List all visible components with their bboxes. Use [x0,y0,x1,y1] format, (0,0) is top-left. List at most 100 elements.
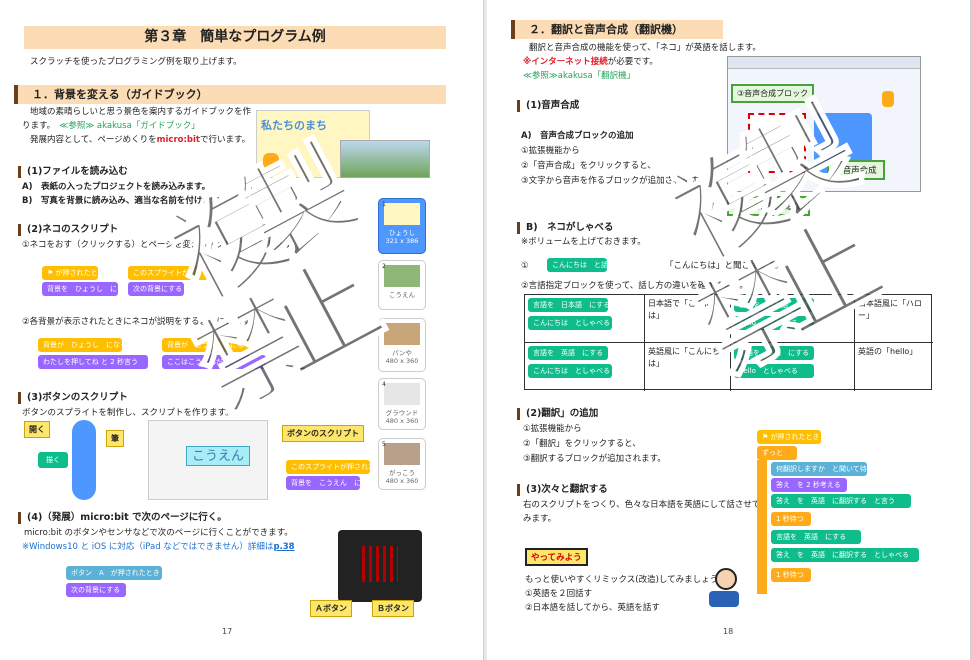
subB-title: B) ネコがしゃべる [517,222,613,234]
browser-bar [728,57,920,69]
koen-button-sprite: こうえん [186,446,250,466]
sec2-line2: ※インターネット接続が必要です。 [523,57,658,67]
block-lang-en-1[interactable]: 言語を 英語 にする [528,346,608,360]
scratch-cat-icon [882,91,894,107]
callout-speech: ②音声合成 [827,160,885,180]
language-table: 言語を 日本語 にする こんにちは としゃべる 日本語で「こんにちは」 言語を … [524,294,933,391]
block-translate-speak[interactable]: 答え を 英語 に翻訳する としゃべる [771,548,919,562]
sec1-line1: 地域の素晴らしいと思う景色を案内するガイドブックを作 [30,107,252,117]
backdrop-thumb-2[interactable]: 2 こうえん [378,260,426,310]
sub-chain-translate: (3)次々と翻訳する [517,484,608,496]
block-lang-ja-2[interactable]: 言語を 日本語 にする [734,298,816,312]
block-speak-hello-1[interactable]: hello としゃべる [734,316,814,330]
backdrop-thumb-5[interactable]: 5 がっこう 480 x 360 [378,438,426,490]
block-bg-koen[interactable]: 背景を こうえん にする [286,476,375,490]
microbit-led-grid [362,546,398,582]
callout-b-button: Ｂボタン [372,600,414,617]
try-2: ②日本語を話してから、英語を話す [525,603,660,613]
sub3-line: ボタンのスプライトを制作し、スクリプトを作ります。 [22,408,234,418]
callout-extension: ①拡張機能の追加 [727,196,811,216]
block-set-lang[interactable]: 言語を 英語 にする [771,530,861,544]
sub3-line2: みます。 [523,514,557,524]
stage-title: 私たちのまち [261,119,327,132]
block-sprite-clicked[interactable]: このスプライトが押されたとき [128,266,231,280]
microbit-board [338,530,422,602]
sec2-ref: ≪参照≫akakusa「翻訳機」 [523,71,636,81]
chapter-title: 第３章 簡単なプログラム例 [24,26,446,49]
teacher-illustration [709,568,743,608]
sub-button-script: (3)ボタンのスクリプト [18,392,128,404]
subB-line: ※ボリュームを上げておきます。 [521,237,646,247]
subA-1: ①拡張機能から [521,146,580,156]
draw-button[interactable]: 描く [38,452,68,468]
try-1: ①英語を２回話す [525,589,593,599]
block-next-bg[interactable]: 次の背景にする [128,282,184,296]
callout-speech-block: ③音声合成ブロック [731,84,815,103]
table-cell-r1c1: 言語を 日本語 にする こんにちは としゃべる [525,295,645,343]
page-number-right: 18 [723,627,734,636]
section-1-title: １．背景を変える（ガイドブック） [14,85,446,104]
block-wait-2[interactable]: 1 秒待つ [771,568,811,582]
sub-file-load: (1)ファイルを読み込む [18,166,128,178]
block-speak-ja-2[interactable]: こんにちは としゃべる [528,364,612,378]
subA-3: ③文字から音声を作るブロックが追加されます。 [521,176,707,186]
sub-cat-script: (2)ネコのスクリプト [18,224,118,236]
sub1-a: A) 表紙の入ったプロジェクトを読み込みます。 [22,182,211,192]
table-cell-r2c4: 英語の「hello」 [858,347,918,356]
sec2-line1: 翻訳と音声合成の機能を使って、「ネコ」が英語を話します。 [529,43,761,53]
block-speak-hello-2[interactable]: hello としゃべる [734,364,814,378]
block-ask-wait[interactable]: 何翻訳しますか と聞いて待つ [771,462,874,476]
scratch-screenshot [727,56,921,192]
document-spread: 第３章 簡単なプログラム例 スクラッチを使ったプログラミング例を取り上げます。 … [0,0,971,660]
page-18: ２．翻訳と音声合成（翻訳機） 翻訳と音声合成の機能を使って、「ネコ」が英語を話し… [487,0,971,660]
subB-2: ②言語指定ブロックを使って、話し方の違いを確かめます。 [521,281,748,291]
callout-open: 開く [24,421,50,438]
block-microbit-next[interactable]: 次の背景にする [66,583,126,597]
callout-brush: 筆 [106,430,124,447]
sub3-line1: 右のスクリプトをつくり、色々な日本語を英語にして話させて [523,500,761,510]
sub2-line2: ②各背景が表示されたときにネコが説明をするようにします。 [22,317,259,327]
block-say-2[interactable]: ここはこうえんだよ と 2 [162,355,266,369]
block-lang-ja-1[interactable]: 言語を 日本語 にする [528,298,610,312]
block-wait-1[interactable]: 1 秒待つ [771,512,811,526]
block-speak-hello[interactable]: こんにちは と話す [547,258,615,272]
block-flag-clicked-2[interactable]: ⚑ が押されたとき [757,430,821,444]
sub2-2: ②「翻訳」をクリックすると、 [523,439,641,449]
table-cell-r1c3: 言語を 日本語 にする hello としゃべる [731,295,855,343]
sub2-3: ③翻訳するブロックが追加されます。 [523,454,666,464]
backdrop-thumb-1[interactable]: 1 ひょうし 321 x 386 [378,198,426,254]
try-line: もっと使いやすくリミックス(改造)してみましょう。 [525,575,727,585]
block-say-1[interactable]: わたしを押してね と 2 秒言う [38,355,148,369]
block-lang-en-2[interactable]: 言語を 英語 にする [734,346,814,360]
block-speak-ja-1[interactable]: こんにちは としゃべる [528,316,612,330]
subA-title: A) 音声合成ブロックの追加 [521,131,634,141]
intro-text: スクラッチを使ったプログラミング例を取り上げます。 [30,57,242,67]
subA-2: ②「音声合成」をクリックすると、 [521,161,656,171]
page-17: 第３章 簡単なプログラム例 スクラッチを使ったプログラミング例を取り上げます。 … [0,0,484,660]
subB-1: ① [521,261,529,271]
table-cell-r2c2: 英語風に「こんにちは」 [645,343,731,391]
sub2-line: ①ネコをおす（クリックする）とページを変えるスクリプトを作ります。 [22,240,301,250]
block-switch-bg[interactable]: 背景を ひょうし にする [42,282,131,296]
section-2-title: ２．翻訳と音声合成（翻訳機） [511,20,723,39]
backdrop-thumb-3[interactable]: 3 パンや 480 x 360 [378,318,426,372]
flag-icon: ⚑ [762,433,769,441]
block-flag-clicked[interactable]: ⚑ が押されたとき [42,266,105,280]
table-cell-r1c2: 日本語で「こんにちは」 [645,295,731,343]
block-bg-switched-1[interactable]: 背景が ひょうし になったとき [38,338,148,352]
sec1-line2: ります。 ≪参照≫ akakusa「ガイドブック」 [22,121,200,131]
sprite-menu [72,420,96,500]
block-translate-say[interactable]: 答え を 英語 に翻訳する と言う [771,494,911,508]
photo-preview [340,140,430,178]
table-cell-r2c1: 言語を 英語 にする こんにちは としゃべる [525,343,645,391]
table-cell-r1c4: 日本語風に「ハロー」 [855,295,933,343]
block-sprite-clicked-2[interactable]: このスプライトが押されたとき [286,460,389,474]
block-forever[interactable]: ずっと [757,446,797,460]
sec1-line3: 発展内容として、ページめくりをmicro:bitで行います。 [30,135,251,145]
block-think[interactable]: 答え を 2 秒考える [771,478,847,492]
backdrop-thumb-4[interactable]: 4 グラウンド 480 x 360 [378,378,426,430]
sub-microbit: (4)（発展）micro:bit で次のページに行く。 [18,512,227,524]
block-microbit-button[interactable]: ボタン A が押されたとき [66,566,162,580]
block-bg-switched-2[interactable]: 背景が こうえん になったとき [162,338,272,352]
page-38-link[interactable]: p.38 [273,542,294,552]
